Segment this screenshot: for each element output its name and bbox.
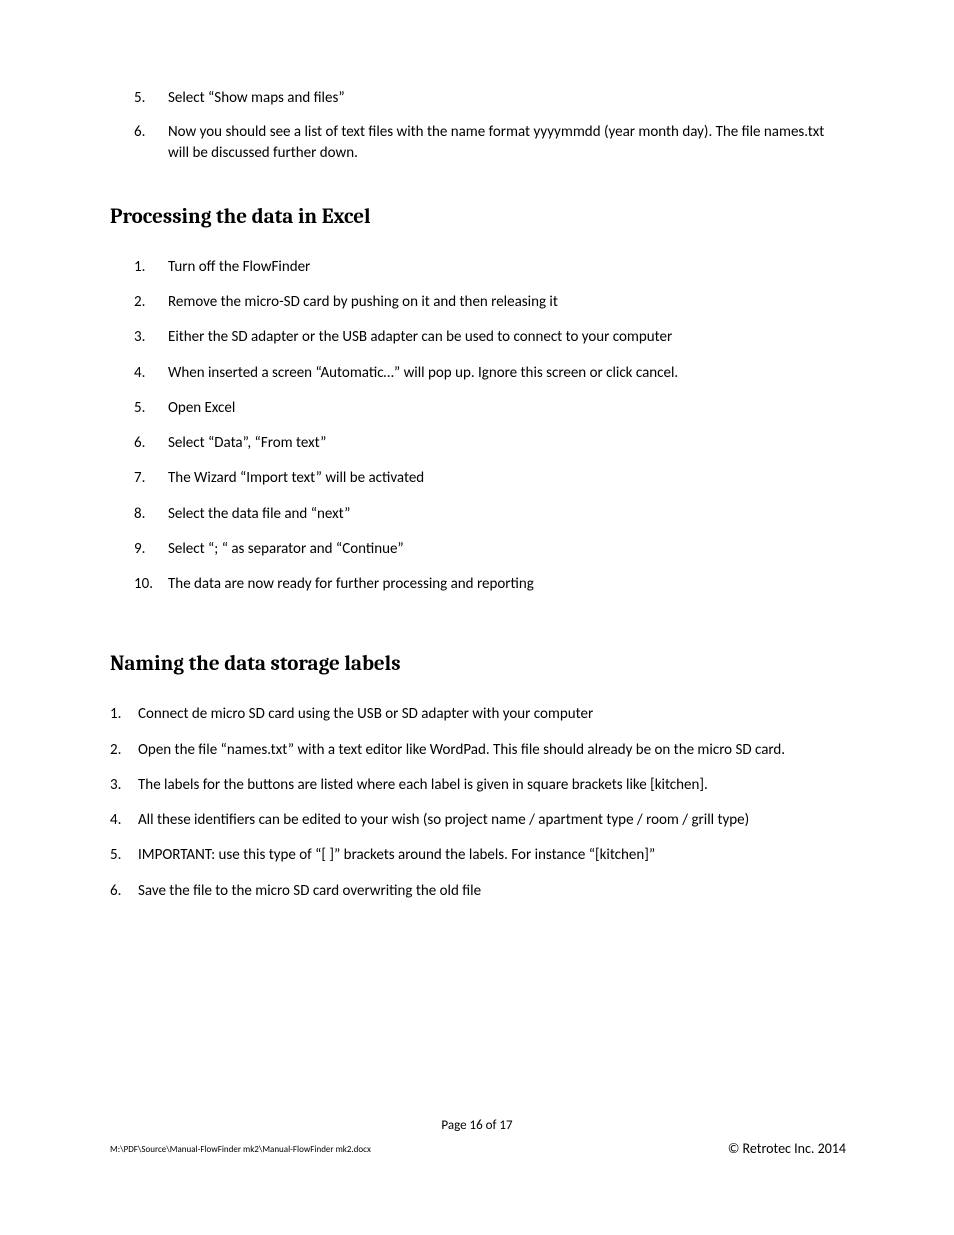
list-number: 6. <box>110 881 134 901</box>
list-number: 1. <box>134 257 162 277</box>
list-text: The Wizard “Import text” will be activat… <box>168 469 424 487</box>
list-item: 4.All these identifiers can be edited to… <box>110 810 846 830</box>
list-text: Select “; “ as separator and “Continue” <box>168 540 404 558</box>
list-text: Open the file “names.txt” with a text ed… <box>138 741 785 759</box>
list-text: Select “Data”, “From text” <box>168 434 326 452</box>
list-number: 3. <box>110 775 134 795</box>
list-number: 2. <box>110 740 134 760</box>
list-number: 2. <box>134 292 162 312</box>
heading-naming-labels: Naming the data storage labels <box>110 652 846 676</box>
page-content: 5. Select “Show maps and files” 6. Now y… <box>110 88 846 916</box>
list-number: 8. <box>134 504 162 524</box>
list-item: 3.The labels for the buttons are listed … <box>110 775 846 795</box>
list-item: 8. Select the data file and “next” <box>134 504 846 524</box>
list-item: 1.Connect de micro SD card using the USB… <box>110 704 846 724</box>
list-number: 4. <box>110 810 134 830</box>
list-item: 6. Now you should see a list of text fil… <box>134 122 846 163</box>
list-item: 10. The data are now ready for further pr… <box>134 574 846 594</box>
list-text: Remove the micro-SD card by pushing on i… <box>168 293 558 311</box>
list-item: 5.IMPORTANT: use this type of “[ ]” brac… <box>110 845 846 865</box>
list-item: 6. Select “Data”, “From text” <box>134 433 846 453</box>
list-item: 2. Remove the micro-SD card by pushing on… <box>134 292 846 312</box>
list-text: Select “Show maps and files” <box>168 89 345 107</box>
list-number: 9. <box>134 539 162 559</box>
footer-copyright: © Retrotec Inc. 2014 <box>728 1140 846 1157</box>
list-item: 5. Open Excel <box>134 398 846 418</box>
list-item: 1. Turn off the FlowFinder <box>134 257 846 277</box>
naming-steps-list: 1.Connect de micro SD card using the USB… <box>110 704 846 901</box>
list-text: Connect de micro SD card using the USB o… <box>138 705 593 723</box>
heading-processing-excel: Processing the data in Excel <box>110 205 846 229</box>
list-number: 10. <box>134 574 162 594</box>
list-item: 5. Select “Show maps and files” <box>134 88 846 108</box>
footer-page-number: Page 16 of 17 <box>0 1118 954 1133</box>
list-text: IMPORTANT: use this type of “[ ]” bracke… <box>138 846 655 864</box>
list-text: Save the file to the micro SD card overw… <box>138 882 481 900</box>
list-number: 3. <box>134 327 162 347</box>
list-number: 5. <box>110 845 134 865</box>
list-number: 7. <box>134 468 162 488</box>
list-item: 6.Save the file to the micro SD card ove… <box>110 881 846 901</box>
list-text: Now you should see a list of text files … <box>168 123 824 161</box>
excel-steps-list: 1. Turn off the FlowFinder 2. Remove the m… <box>134 257 846 595</box>
list-item: 7. The Wizard “Import text” will be activ… <box>134 468 846 488</box>
list-number: 5. <box>134 398 162 418</box>
list-item: 2.Open the file “names.txt” with a text … <box>110 740 846 760</box>
list-number: 5. <box>134 88 162 108</box>
list-item: 9. Select “; “ as separator and “Continue… <box>134 539 846 559</box>
list-text: The data are now ready for further proce… <box>168 575 534 593</box>
list-item: 4. When inserted a screen “Automatic…” wi… <box>134 363 846 383</box>
list-text: Turn off the FlowFinder <box>168 258 310 276</box>
list-item: 3. Either the SD adapter or the USB adapt… <box>134 327 846 347</box>
list-text: Select the data file and “next” <box>168 505 350 523</box>
list-number: 6. <box>134 122 162 142</box>
list-text: All these identifiers can be edited to y… <box>138 811 749 829</box>
list-number: 6. <box>134 433 162 453</box>
list-text: Open Excel <box>168 399 235 417</box>
footer-file-path: M:\PDF\Source\Manual-FlowFinder mk2\Manu… <box>110 1144 371 1155</box>
list-number: 4. <box>134 363 162 383</box>
list-text: Either the SD adapter or the USB adapter… <box>168 328 672 346</box>
list-text: When inserted a screen “Automatic…” will… <box>168 364 678 382</box>
list-number: 1. <box>110 704 134 724</box>
continuation-list: 5. Select “Show maps and files” 6. Now y… <box>134 88 846 163</box>
list-text: The labels for the buttons are listed wh… <box>138 776 708 794</box>
